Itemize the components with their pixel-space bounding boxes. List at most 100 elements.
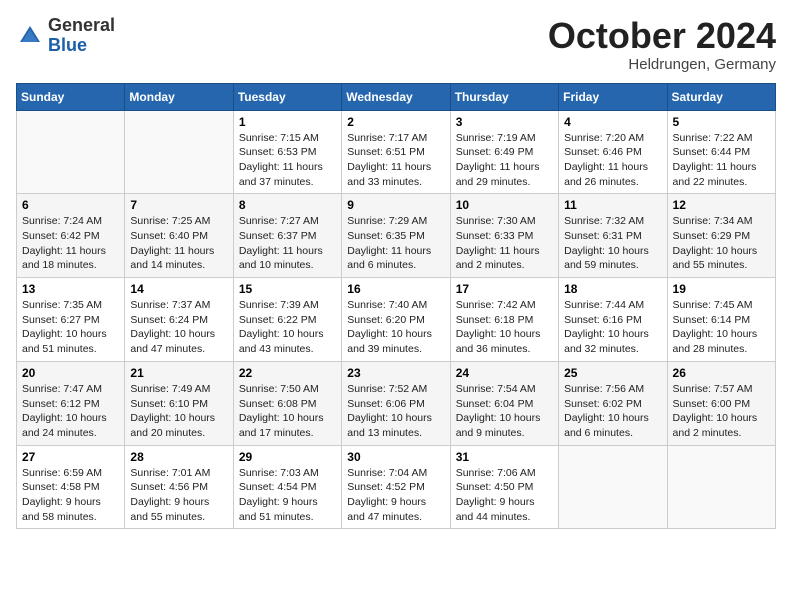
daylight: Daylight: 10 hours and 55 minutes. — [673, 245, 758, 272]
daylight: Daylight: 10 hours and 2 minutes. — [673, 412, 758, 439]
daylight: Daylight: 11 hours and 10 minutes. — [239, 245, 323, 272]
day-number: 30 — [347, 450, 444, 464]
sunset: Sunset: 6:37 PM — [239, 230, 317, 242]
day-cell: 29 Sunrise: 7:03 AM Sunset: 4:54 PM Dayl… — [233, 445, 341, 529]
day-info: Sunrise: 7:37 AM Sunset: 6:24 PM Dayligh… — [130, 298, 227, 357]
sunrise: Sunrise: 7:25 AM — [130, 215, 210, 227]
day-info: Sunrise: 7:44 AM Sunset: 6:16 PM Dayligh… — [564, 298, 661, 357]
day-info: Sunrise: 7:03 AM Sunset: 4:54 PM Dayligh… — [239, 466, 336, 525]
week-row-0: 1 Sunrise: 7:15 AM Sunset: 6:53 PM Dayli… — [17, 110, 776, 194]
sunrise: Sunrise: 7:22 AM — [673, 132, 753, 144]
day-info: Sunrise: 7:40 AM Sunset: 6:20 PM Dayligh… — [347, 298, 444, 357]
daylight: Daylight: 11 hours and 2 minutes. — [456, 245, 540, 272]
sunset: Sunset: 6:02 PM — [564, 398, 642, 410]
day-info: Sunrise: 7:47 AM Sunset: 6:12 PM Dayligh… — [22, 382, 119, 441]
sunrise: Sunrise: 7:06 AM — [456, 467, 536, 479]
day-cell: 16 Sunrise: 7:40 AM Sunset: 6:20 PM Dayl… — [342, 278, 450, 362]
daylight: Daylight: 10 hours and 32 minutes. — [564, 328, 649, 355]
day-info: Sunrise: 7:20 AM Sunset: 6:46 PM Dayligh… — [564, 131, 661, 190]
sunset: Sunset: 6:00 PM — [673, 398, 751, 410]
col-wednesday: Wednesday — [342, 83, 450, 110]
sunset: Sunset: 6:53 PM — [239, 146, 317, 158]
daylight: Daylight: 9 hours and 58 minutes. — [22, 496, 101, 523]
sunset: Sunset: 6:46 PM — [564, 146, 642, 158]
day-info: Sunrise: 7:49 AM Sunset: 6:10 PM Dayligh… — [130, 382, 227, 441]
col-sunday: Sunday — [17, 83, 125, 110]
daylight: Daylight: 11 hours and 29 minutes. — [456, 161, 540, 188]
location: Heldrungen, Germany — [548, 56, 776, 73]
month-title: October 2024 — [548, 16, 776, 56]
daylight: Daylight: 10 hours and 47 minutes. — [130, 328, 215, 355]
day-info: Sunrise: 7:42 AM Sunset: 6:18 PM Dayligh… — [456, 298, 553, 357]
day-cell: 19 Sunrise: 7:45 AM Sunset: 6:14 PM Dayl… — [667, 278, 775, 362]
day-cell: 12 Sunrise: 7:34 AM Sunset: 6:29 PM Dayl… — [667, 194, 775, 278]
day-cell: 18 Sunrise: 7:44 AM Sunset: 6:16 PM Dayl… — [559, 278, 667, 362]
daylight: Daylight: 10 hours and 13 minutes. — [347, 412, 432, 439]
sunrise: Sunrise: 7:27 AM — [239, 215, 319, 227]
sunset: Sunset: 6:29 PM — [673, 230, 751, 242]
sunset: Sunset: 6:49 PM — [456, 146, 534, 158]
day-number: 10 — [456, 198, 553, 212]
day-cell: 25 Sunrise: 7:56 AM Sunset: 6:02 PM Dayl… — [559, 361, 667, 445]
daylight: Daylight: 10 hours and 28 minutes. — [673, 328, 758, 355]
logo-general: General — [48, 15, 115, 35]
day-cell: 27 Sunrise: 6:59 AM Sunset: 4:58 PM Dayl… — [17, 445, 125, 529]
day-info: Sunrise: 7:50 AM Sunset: 6:08 PM Dayligh… — [239, 382, 336, 441]
sunset: Sunset: 6:27 PM — [22, 314, 100, 326]
daylight: Daylight: 10 hours and 59 minutes. — [564, 245, 649, 272]
day-info: Sunrise: 7:15 AM Sunset: 6:53 PM Dayligh… — [239, 131, 336, 190]
daylight: Daylight: 10 hours and 39 minutes. — [347, 328, 432, 355]
sunset: Sunset: 4:50 PM — [456, 481, 534, 493]
daylight: Daylight: 10 hours and 24 minutes. — [22, 412, 107, 439]
day-info: Sunrise: 7:54 AM Sunset: 6:04 PM Dayligh… — [456, 382, 553, 441]
sunset: Sunset: 6:31 PM — [564, 230, 642, 242]
week-row-3: 20 Sunrise: 7:47 AM Sunset: 6:12 PM Dayl… — [17, 361, 776, 445]
daylight: Daylight: 10 hours and 43 minutes. — [239, 328, 324, 355]
day-info: Sunrise: 7:52 AM Sunset: 6:06 PM Dayligh… — [347, 382, 444, 441]
day-cell: 26 Sunrise: 7:57 AM Sunset: 6:00 PM Dayl… — [667, 361, 775, 445]
calendar-table: Sunday Monday Tuesday Wednesday Thursday… — [16, 83, 776, 530]
sunrise: Sunrise: 7:54 AM — [456, 383, 536, 395]
day-cell: 20 Sunrise: 7:47 AM Sunset: 6:12 PM Dayl… — [17, 361, 125, 445]
logo-blue: Blue — [48, 35, 87, 55]
day-number: 25 — [564, 366, 661, 380]
day-info: Sunrise: 7:25 AM Sunset: 6:40 PM Dayligh… — [130, 214, 227, 273]
sunrise: Sunrise: 7:56 AM — [564, 383, 644, 395]
sunrise: Sunrise: 7:39 AM — [239, 299, 319, 311]
day-number: 8 — [239, 198, 336, 212]
day-info: Sunrise: 7:27 AM Sunset: 6:37 PM Dayligh… — [239, 214, 336, 273]
day-cell: 7 Sunrise: 7:25 AM Sunset: 6:40 PM Dayli… — [125, 194, 233, 278]
sunrise: Sunrise: 7:52 AM — [347, 383, 427, 395]
sunset: Sunset: 6:20 PM — [347, 314, 425, 326]
day-cell: 22 Sunrise: 7:50 AM Sunset: 6:08 PM Dayl… — [233, 361, 341, 445]
day-number: 24 — [456, 366, 553, 380]
sunset: Sunset: 6:40 PM — [130, 230, 208, 242]
col-saturday: Saturday — [667, 83, 775, 110]
day-cell — [17, 110, 125, 194]
daylight: Daylight: 11 hours and 18 minutes. — [22, 245, 106, 272]
sunset: Sunset: 6:35 PM — [347, 230, 425, 242]
day-cell — [125, 110, 233, 194]
day-number: 16 — [347, 282, 444, 296]
sunset: Sunset: 6:16 PM — [564, 314, 642, 326]
day-info: Sunrise: 7:29 AM Sunset: 6:35 PM Dayligh… — [347, 214, 444, 273]
day-number: 28 — [130, 450, 227, 464]
logo-icon — [16, 22, 44, 50]
sunrise: Sunrise: 7:30 AM — [456, 215, 536, 227]
sunset: Sunset: 6:42 PM — [22, 230, 100, 242]
day-number: 22 — [239, 366, 336, 380]
sunrise: Sunrise: 7:42 AM — [456, 299, 536, 311]
sunrise: Sunrise: 6:59 AM — [22, 467, 102, 479]
day-info: Sunrise: 7:34 AM Sunset: 6:29 PM Dayligh… — [673, 214, 770, 273]
sunset: Sunset: 6:24 PM — [130, 314, 208, 326]
day-number: 9 — [347, 198, 444, 212]
daylight: Daylight: 10 hours and 20 minutes. — [130, 412, 215, 439]
day-number: 7 — [130, 198, 227, 212]
sunset: Sunset: 6:08 PM — [239, 398, 317, 410]
day-cell: 14 Sunrise: 7:37 AM Sunset: 6:24 PM Dayl… — [125, 278, 233, 362]
day-number: 14 — [130, 282, 227, 296]
daylight: Daylight: 10 hours and 51 minutes. — [22, 328, 107, 355]
day-number: 4 — [564, 115, 661, 129]
header-row: Sunday Monday Tuesday Wednesday Thursday… — [17, 83, 776, 110]
day-number: 2 — [347, 115, 444, 129]
